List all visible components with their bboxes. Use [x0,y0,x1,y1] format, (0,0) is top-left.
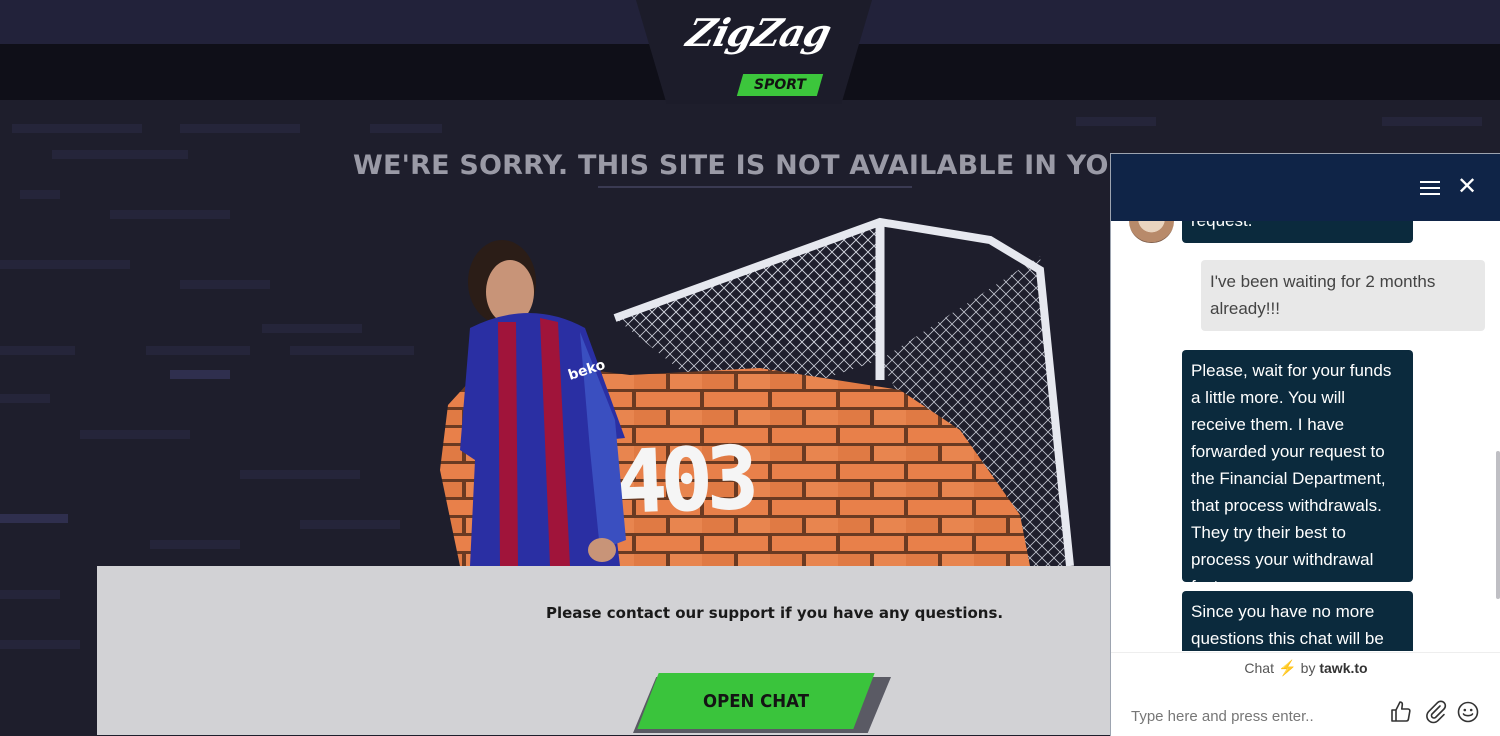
powered-by-text: by [1300,660,1316,676]
open-chat-button[interactable]: OPEN CHAT [627,673,891,733]
powered-by[interactable]: Chat ⚡ by tawk.to [1111,652,1500,683]
logo-wordmark: ZigZag [682,10,836,55]
tawk-brand: tawk.to [1319,660,1368,676]
player: beko [460,240,626,566]
error-code-403: 403 [613,428,755,533]
logo-sport-label: SPORT [754,77,806,93]
support-message: Please contact our support if you have a… [546,604,1004,622]
region-unavailable-heading: WE'RE SORRY. THIS SITE IS NOT AVAILABLE … [353,150,1234,181]
site-logo[interactable]: ZigZag SPORT [680,8,835,100]
chat-header: ✕ [1111,154,1500,221]
chat-widget: ✕ request. I've been waiting for 2 month… [1110,153,1500,736]
agent-message: request. [1182,221,1413,243]
emoji-icon[interactable] [1456,700,1480,724]
chat-messages[interactable]: request. I've been waiting for 2 months … [1111,221,1500,651]
support-panel [97,566,1110,735]
powered-prefix: Chat [1244,660,1274,676]
agent-message: Since you have no more questions this ch… [1182,591,1413,651]
lightning-icon: ⚡ [1277,660,1297,677]
close-icon[interactable]: ✕ [1457,175,1477,199]
chat-scrollbar[interactable] [1496,451,1500,599]
agent-avatar [1129,221,1174,243]
heading-underline [598,186,912,188]
paperclip-icon[interactable] [1424,700,1448,724]
menu-icon[interactable] [1420,181,1440,195]
agent-message: Please, wait for your funds a little mor… [1182,350,1413,596]
blocked-illustration: 403 beko [440,217,1074,566]
open-chat-label: OPEN CHAT [637,673,875,729]
chat-message-input[interactable] [1129,707,1383,726]
visitor-message: I've been waiting for 2 months already!!… [1201,260,1485,331]
logo-badge: SPORT [736,74,824,96]
thumbs-up-icon[interactable] [1389,700,1413,724]
